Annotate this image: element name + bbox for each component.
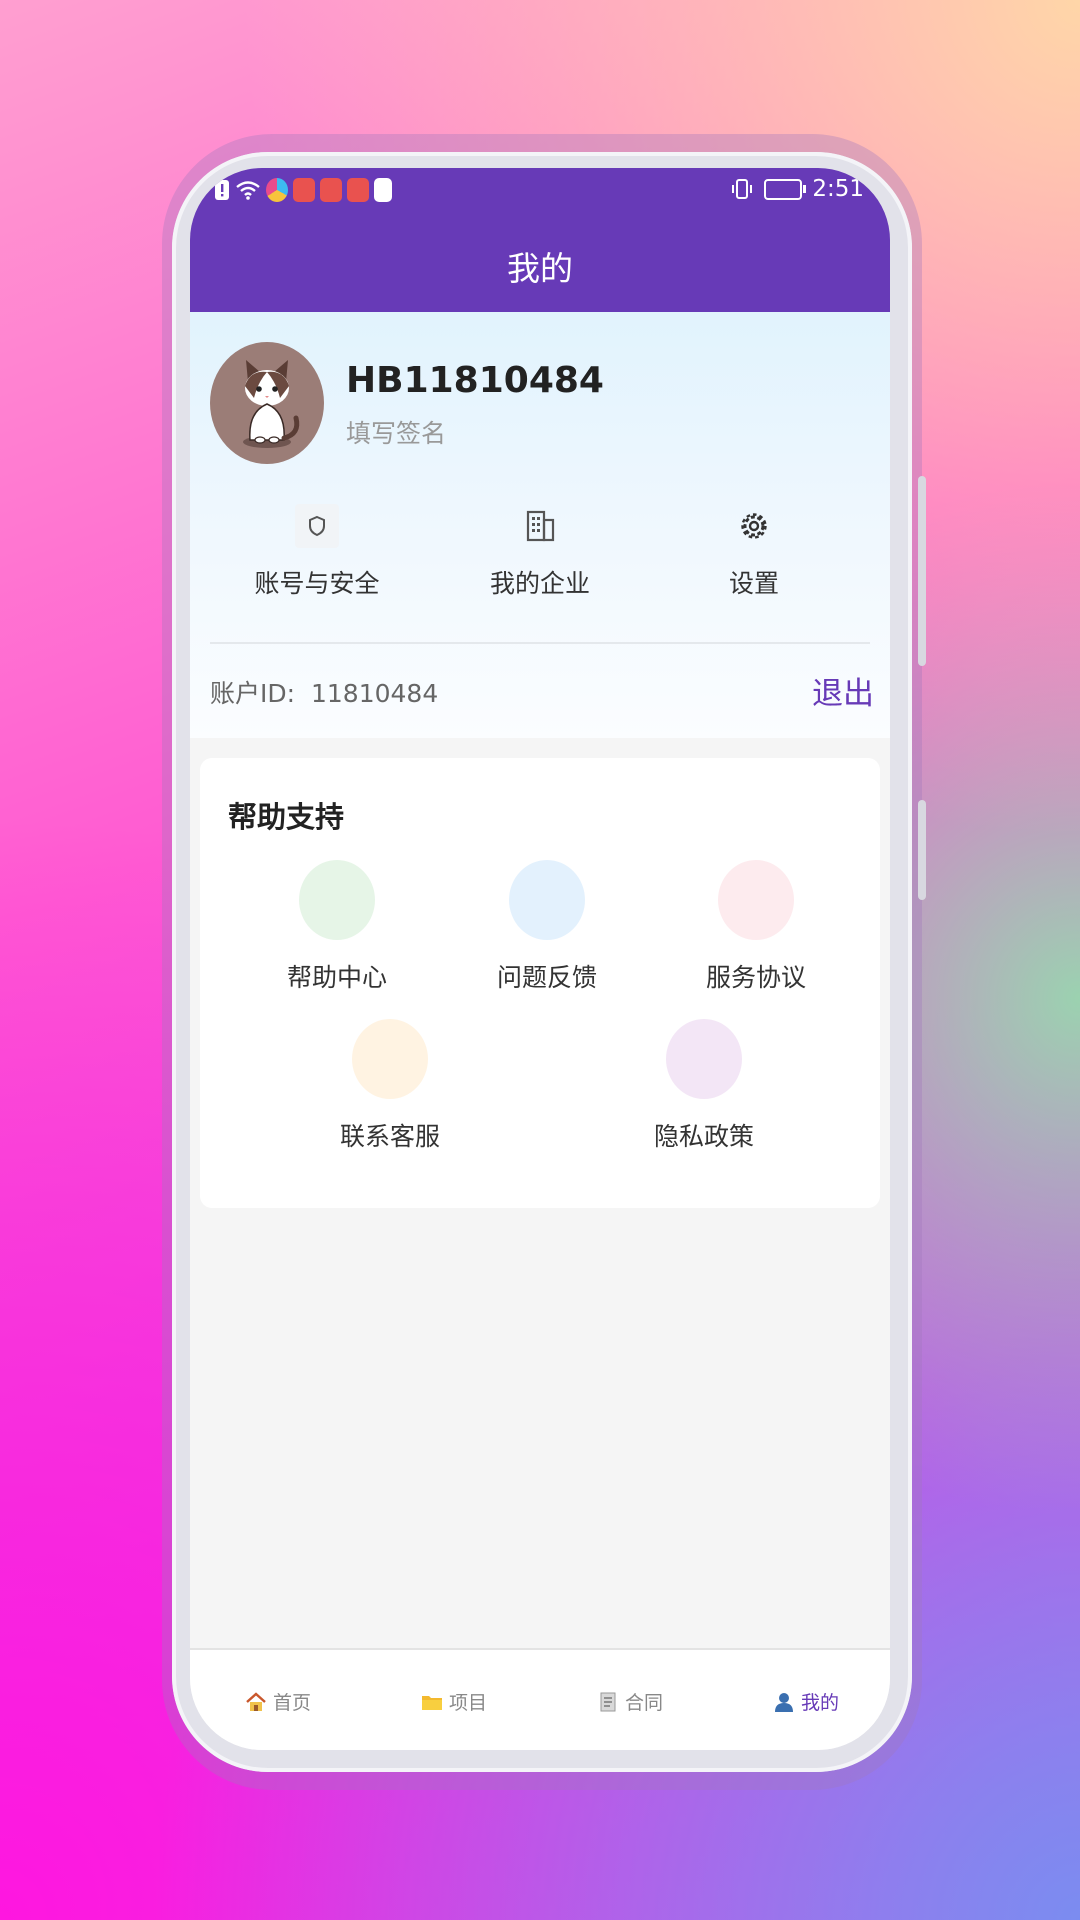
feedback-label: 问题反馈	[496, 963, 597, 992]
cat-avatar-image	[243, 360, 300, 448]
contact-support-label: 联系客服	[339, 1122, 440, 1151]
page-title: 我的	[507, 249, 573, 288]
service-agreement-icon	[718, 860, 794, 940]
alert-icon	[215, 180, 229, 200]
document-icon	[597, 1692, 619, 1712]
phone-volume-button	[918, 476, 926, 666]
account-id-label: 账户ID:	[210, 679, 296, 708]
app-notification-icon	[347, 178, 369, 202]
status-icons-left	[214, 178, 392, 202]
app-notification-icon	[374, 178, 392, 202]
house-icon	[245, 1692, 267, 1712]
help-support-title: 帮助支持	[228, 800, 345, 834]
account-id-value: 11810484	[311, 679, 439, 708]
tab-projects-label: 项目	[448, 1692, 487, 1714]
app-header: 2:51 我的	[190, 168, 890, 312]
logout-button[interactable]: 退出	[812, 668, 874, 713]
service-agreement-button[interactable]: 服务协议	[671, 860, 841, 994]
contact-support-icon	[352, 1019, 428, 1099]
tab-me[interactable]: 我的	[718, 1688, 890, 1715]
help-support-card: 帮助支持 帮助中心 问题反馈 服务协议 联系客服 隐私政策	[200, 758, 880, 1208]
feedback-icon	[509, 860, 585, 940]
privacy-policy-icon	[666, 1019, 742, 1099]
status-bar: 2:51	[190, 168, 890, 224]
username: HB11810484	[346, 360, 604, 401]
tab-contracts[interactable]: 合同	[542, 1688, 718, 1715]
help-center-button[interactable]: 帮助中心	[252, 860, 422, 994]
vibrate-icon	[732, 179, 753, 199]
bottom-tab-bar: 首页 项目 合同 我的	[190, 1648, 890, 1750]
account-id: 账户ID: 11810484	[210, 674, 438, 710]
account-security-button[interactable]: 账号与安全	[227, 504, 407, 600]
tab-home-label: 首页	[272, 1692, 311, 1714]
shield-icon	[295, 504, 339, 548]
tab-home[interactable]: 首页	[190, 1688, 366, 1715]
wifi-icon	[236, 181, 260, 200]
help-center-label: 帮助中心	[286, 963, 387, 992]
settings-label: 设置	[728, 569, 779, 598]
privacy-policy-label: 隐私政策	[653, 1122, 754, 1151]
phone-power-button	[918, 800, 926, 900]
app-notification-icon	[293, 178, 315, 202]
app-screen: 2:51 我的 HB11810484 填写签名 账号与安全 我的企业 设置 账户…	[190, 168, 890, 1750]
gear-icon	[732, 504, 776, 548]
status-icons-right: 2:51	[730, 176, 864, 202]
help-center-icon	[299, 860, 375, 940]
service-agreement-label: 服务协议	[705, 963, 806, 992]
battery-icon	[764, 178, 807, 200]
settings-button[interactable]: 设置	[664, 504, 844, 600]
my-company-label: 我的企业	[489, 569, 590, 598]
tab-projects[interactable]: 项目	[366, 1688, 542, 1715]
profile-section: HB11810484 填写签名 账号与安全 我的企业 设置 账户ID: 1181…	[190, 312, 890, 738]
status-time: 2:51	[812, 176, 864, 202]
account-security-label: 账号与安全	[254, 569, 380, 598]
person-icon	[773, 1692, 795, 1712]
tab-contracts-label: 合同	[624, 1692, 663, 1714]
app-notification-icon	[320, 178, 342, 202]
my-company-button[interactable]: 我的企业	[450, 504, 630, 600]
building-icon	[518, 504, 562, 548]
signature-field[interactable]: 填写签名	[346, 414, 446, 450]
folder-icon	[421, 1692, 443, 1712]
avatar[interactable]	[210, 342, 324, 464]
tab-me-label: 我的	[800, 1692, 839, 1714]
feedback-button[interactable]: 问题反馈	[462, 860, 632, 994]
contact-support-button[interactable]: 联系客服	[305, 1019, 475, 1153]
privacy-policy-button[interactable]: 隐私政策	[619, 1019, 789, 1153]
divider	[210, 642, 870, 644]
app-notification-icon	[266, 178, 288, 202]
